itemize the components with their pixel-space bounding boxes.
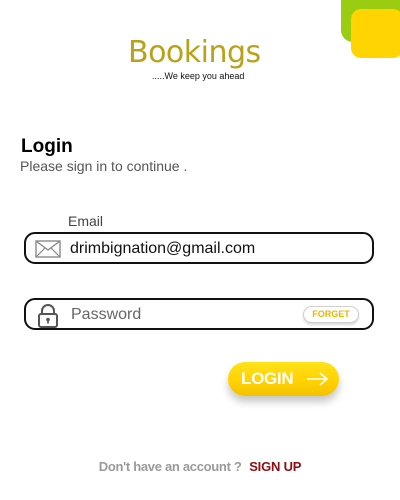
signup-prompt: Don't have an account ?	[98, 459, 242, 474]
padlock-icon	[34, 303, 62, 328]
brand-tagline: .....We keep you ahead	[152, 71, 245, 81]
signup-link[interactable]: SIGN UP	[249, 459, 301, 474]
page-title: Login	[21, 136, 73, 157]
brand-title: Bookings	[128, 35, 261, 70]
arrow-right-icon	[306, 371, 330, 387]
email-label: Email	[68, 213, 104, 229]
corner-decoration-yellow	[351, 9, 400, 58]
page-subtitle: Please sign in to continue .	[20, 158, 188, 174]
email-input[interactable]	[70, 237, 350, 261]
login-button[interactable]: LOGIN	[228, 362, 339, 396]
password-field[interactable]: FORGET	[24, 298, 374, 330]
forget-password-button[interactable]: FORGET	[303, 306, 359, 323]
signup-row: Don't have an account ? SIGN UP	[0, 459, 400, 475]
envelope-icon	[34, 237, 62, 261]
login-button-label: LOGIN	[241, 369, 294, 388]
brand-logo: Bookings .....We keep you ahead	[128, 36, 268, 84]
email-field[interactable]	[24, 232, 374, 264]
